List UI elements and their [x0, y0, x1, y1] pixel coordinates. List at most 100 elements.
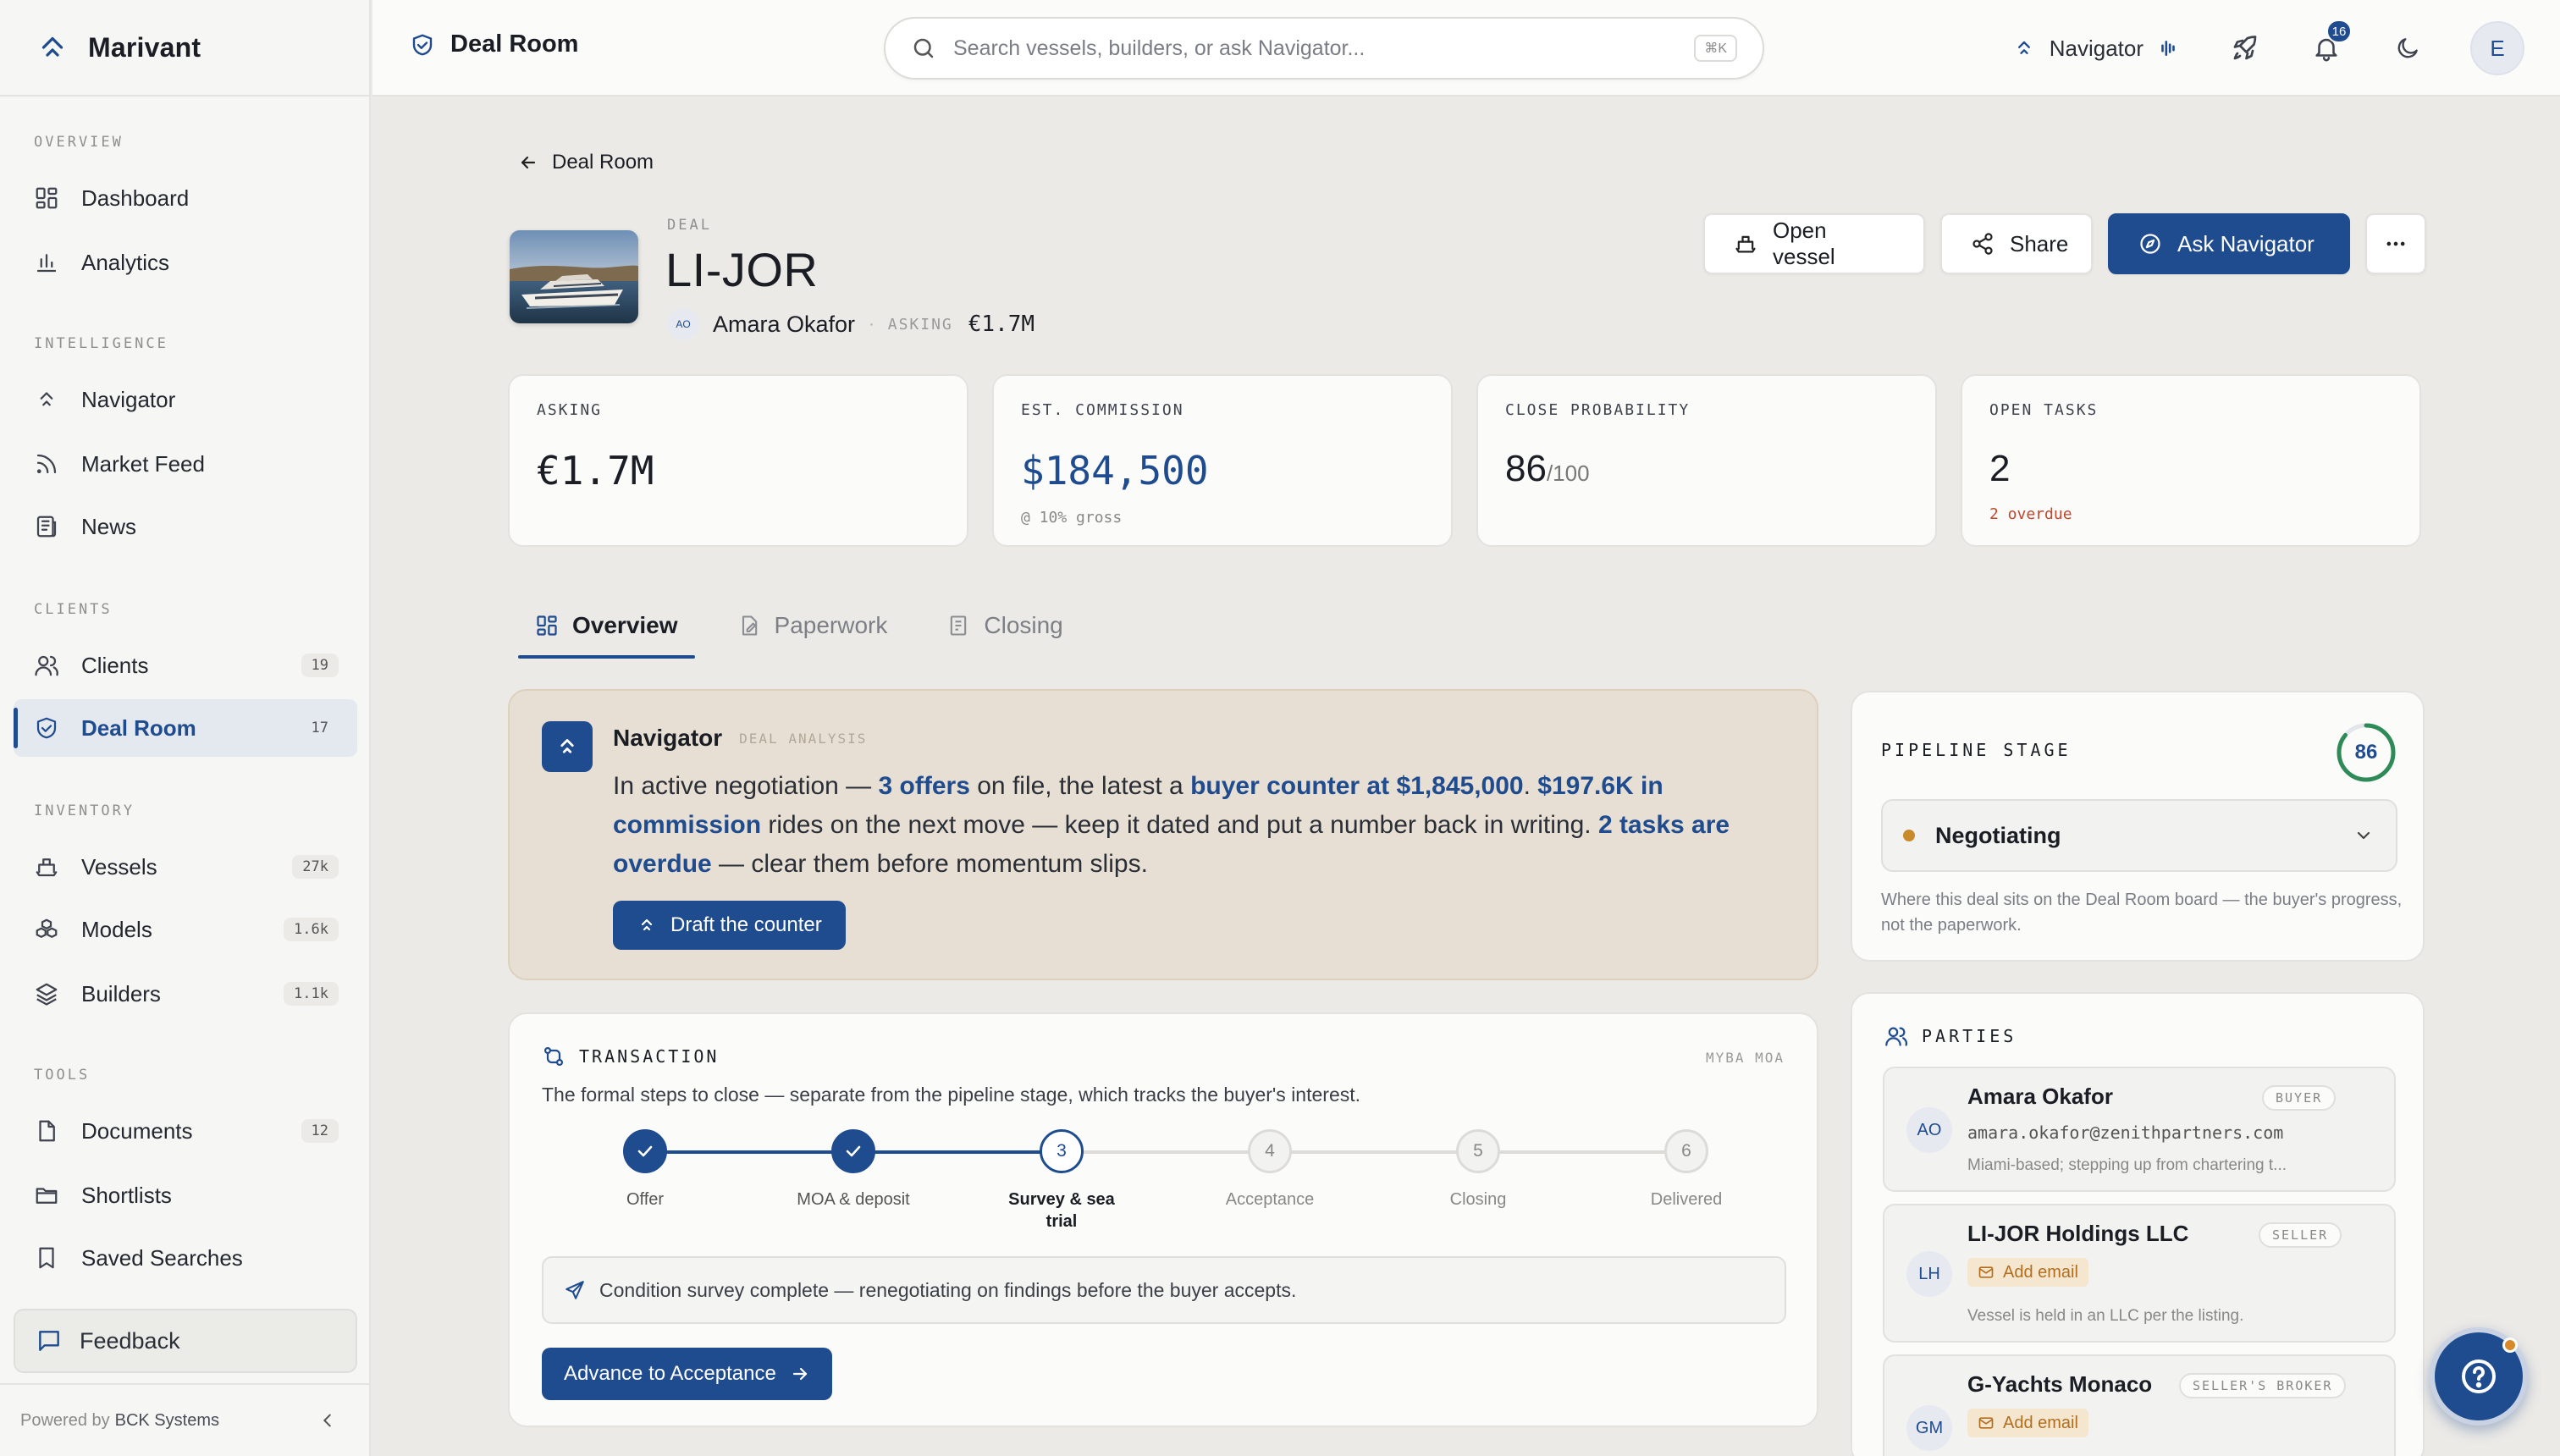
sidebar-item-saved-searches[interactable]: Saved Searches: [14, 1229, 357, 1287]
sidebar-item-label: Market Feed: [81, 450, 205, 477]
step-label: Survey & sea trial: [1008, 1190, 1115, 1231]
step-survey-sea-trial[interactable]: 3 Survey & sea trial: [968, 1129, 1155, 1233]
user-avatar[interactable]: E: [2470, 21, 2524, 75]
party-name: Amara Okafor: [1967, 1084, 2113, 1109]
tab-label: Closing: [984, 612, 1063, 638]
feedback-button[interactable]: Feedback: [14, 1309, 357, 1373]
kpi-label: OPEN TASKS: [1989, 401, 2099, 419]
mail-icon: [1978, 1264, 1994, 1281]
arrow-left-icon: [518, 152, 538, 173]
step-label: Offer: [626, 1190, 665, 1209]
section-tools: TOOLS: [34, 1067, 91, 1084]
sidebar-item-label: Deal Room: [81, 714, 196, 741]
sidebar-item-label: Navigator: [81, 386, 176, 412]
bookmark-icon: [34, 1245, 59, 1271]
search-input[interactable]: Search vessels, builders, or ask Navigat…: [884, 17, 1764, 80]
party-sellers-broker[interactable]: GM G-Yachts Monaco SELLER'S BROKER Add e…: [1883, 1354, 2396, 1456]
party-note: Vessel is held in an LLC per the listing…: [1967, 1307, 2244, 1325]
sidebar-item-navigator[interactable]: Navigator: [14, 371, 357, 428]
open-vessel-button[interactable]: Open vessel: [1703, 213, 1925, 274]
party-avatar: GM: [1906, 1405, 1952, 1451]
step-delivered[interactable]: 6 Delivered: [1593, 1129, 1779, 1211]
back-link[interactable]: Deal Room: [518, 151, 654, 174]
sidebar-item-news[interactable]: News: [14, 498, 357, 555]
party-email[interactable]: amara.okafor@zenithpartners.com: [1967, 1122, 2283, 1143]
party-role-badge: SELLER: [2259, 1222, 2342, 1248]
open-vessel-label: Open vessel: [1773, 218, 1835, 269]
top-actions: Navigator 16 E: [2012, 0, 2560, 97]
launch-button[interactable]: [2226, 30, 2264, 67]
share-button[interactable]: Share: [1940, 213, 2093, 274]
buyer-counter-link[interactable]: buyer counter at $1,845,000: [1190, 772, 1524, 800]
client-name[interactable]: Amara Okafor: [713, 312, 855, 338]
handshake-shield-icon: [34, 715, 59, 741]
sidebar-item-analytics[interactable]: Analytics: [14, 234, 357, 291]
users-icon: [1884, 1024, 1908, 1048]
brand[interactable]: Marivant: [0, 0, 369, 97]
sidebar-item-label: Analytics: [81, 249, 170, 275]
document-icon: [34, 1118, 59, 1144]
ask-navigator-button[interactable]: Ask Navigator: [2108, 213, 2350, 274]
sidebar-item-clients[interactable]: Clients 19: [14, 637, 357, 694]
kpi-value-row: 86/100: [1505, 448, 1908, 490]
step-label: Delivered: [1650, 1190, 1723, 1209]
add-email-button[interactable]: Add email: [1967, 1258, 2088, 1287]
pipeline-stage-select[interactable]: Negotiating: [1881, 799, 2397, 872]
navigator-card-title: Navigator DEAL ANALYSIS: [613, 725, 867, 752]
draft-counter-button[interactable]: Draft the counter: [613, 901, 846, 950]
theme-toggle[interactable]: [2389, 30, 2426, 67]
separator-dot: ·: [869, 314, 874, 334]
parties-card: PARTIES AO Amara Okafor BUYER amara.okaf…: [1851, 992, 2425, 1456]
sidebar-item-documents[interactable]: Documents 12: [14, 1102, 357, 1160]
kpi-open-tasks: OPEN TASKS 2 2 overdue: [1961, 374, 2421, 547]
party-buyer[interactable]: AO Amara Okafor BUYER amara.okafor@zenit…: [1883, 1067, 2396, 1192]
sidebar-item-dashboard[interactable]: Dashboard: [14, 169, 357, 227]
parties-title: PARTIES: [1922, 1026, 2017, 1046]
step-moa-deposit[interactable]: MOA & deposit: [760, 1129, 946, 1211]
step-acceptance[interactable]: 4 Acceptance: [1177, 1129, 1363, 1211]
share-icon: [1971, 232, 1994, 256]
tab-overview[interactable]: Overview: [518, 596, 695, 659]
vessel-thumbnail[interactable]: [510, 230, 638, 323]
brand-name: Marivant: [88, 31, 201, 63]
sidebar-item-shortlists[interactable]: Shortlists: [14, 1166, 357, 1224]
offers-link[interactable]: 3 offers: [879, 772, 970, 800]
pipeline-help-text: Where this deal sits on the Deal Room bo…: [1881, 891, 2403, 935]
sidebar-item-label: Dashboard: [81, 185, 190, 211]
party-avatar: AO: [1906, 1107, 1952, 1153]
transaction-note: Condition survey complete — renegotiatin…: [542, 1256, 1786, 1324]
more-actions-button[interactable]: [2365, 213, 2426, 274]
sidebar: Marivant OVERVIEW Dashboard Analytics IN…: [0, 0, 371, 1456]
navigator-card-heading: Navigator: [613, 725, 723, 751]
sidebar-item-models[interactable]: Models 1.6k: [14, 901, 357, 958]
sidebar-item-deal-room[interactable]: Deal Room 17: [14, 699, 357, 757]
compass-icon: [2138, 232, 2162, 256]
collapse-sidebar-icon[interactable]: [318, 1411, 337, 1430]
sidebar-item-builders[interactable]: Builders 1.1k: [14, 965, 357, 1023]
stage-status-dot: [1903, 830, 1915, 841]
deal-meta: AO Amara Okafor · ASKING €1.7M: [667, 308, 1034, 340]
pipeline-title: PIPELINE STAGE: [1881, 740, 2072, 760]
step-closing[interactable]: 5 Closing: [1385, 1129, 1571, 1211]
advance-stage-button[interactable]: Advance to Acceptance: [542, 1348, 832, 1400]
transaction-note-text: Condition survey complete — renegotiatin…: [599, 1278, 1297, 1301]
notifications-button[interactable]: 16: [2308, 19, 2352, 67]
sidebar-item-label: Models: [81, 916, 152, 942]
tab-paperwork[interactable]: Paperwork: [720, 596, 905, 655]
party-seller[interactable]: LH LI-JOR Holdings LLC SELLER Add email …: [1883, 1204, 2396, 1343]
navigator-button[interactable]: Navigator: [2012, 36, 2179, 62]
layers-icon: [34, 981, 59, 1007]
sidebar-item-market-feed[interactable]: Market Feed: [14, 435, 357, 493]
kpi-value: 2: [1989, 448, 2011, 489]
sidebar-item-vessels[interactable]: Vessels 27k: [14, 838, 357, 896]
rocket-icon: [2230, 33, 2260, 63]
top-bar: Deal Room Search vessels, builders, or a…: [372, 0, 2560, 97]
navigator-badge: [542, 721, 593, 772]
step-offer[interactable]: Offer: [552, 1129, 738, 1211]
add-email-button[interactable]: Add email: [1967, 1409, 2088, 1437]
tab-closing[interactable]: Closing: [930, 596, 1079, 655]
help-button[interactable]: [2430, 1327, 2528, 1426]
transaction-card: TRANSACTION MYBA MOA The formal steps to…: [508, 1012, 1818, 1427]
step-number: 3: [1040, 1129, 1084, 1173]
feedback-label: Feedback: [80, 1327, 180, 1354]
